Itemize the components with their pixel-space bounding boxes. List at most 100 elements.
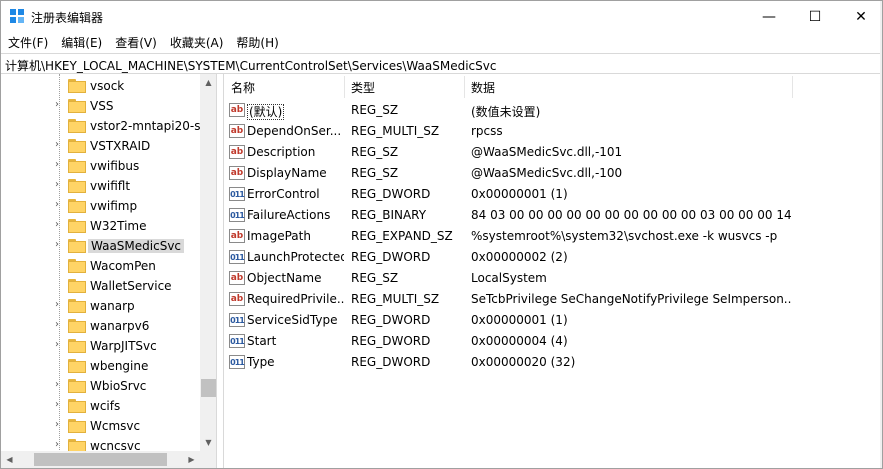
tree-item[interactable]: vsock [1,76,201,96]
expand-arrow-icon[interactable]: › [55,379,59,390]
column-header-type[interactable]: 类型 [351,79,375,96]
column-divider[interactable] [792,76,793,98]
value-name: Type [247,355,344,369]
value-row[interactable]: 011 Start REG_DWORD 0x00000004 (4) [224,331,882,352]
value-name-text: Start [247,334,277,348]
value-name: ImagePath [247,229,344,243]
value-row[interactable]: ab RequiredPrivile... REG_MULTI_SZ SeTcbPri… [224,289,882,310]
folder-icon [68,279,86,293]
expand-arrow-icon[interactable]: › [55,219,59,230]
expand-arrow-icon[interactable]: › [55,99,59,110]
tree-item-label: WarpJITSvc [90,339,157,353]
expand-arrow-icon[interactable]: › [55,399,59,410]
tree-item[interactable]: vstor2-mntapi20-sh [1,116,208,136]
menu-file[interactable]: 文件(F) [1,32,54,52]
tree-item[interactable]: › wcifs [1,396,201,416]
folder-icon [68,419,86,433]
value-row[interactable]: ab (默认) REG_SZ (数值未设置) [224,100,882,121]
column-divider[interactable] [464,76,465,98]
value-row[interactable]: ab DisplayName REG_SZ @WaaSMedicSvc.dll,-10… [224,163,882,184]
expand-arrow-icon[interactable]: › [55,419,59,430]
scroll-left-icon[interactable]: ◀ [1,451,18,468]
scroll-thumb[interactable] [201,379,216,397]
string-value-icon: ab [229,145,245,159]
expand-arrow-icon[interactable]: › [55,319,59,330]
tree-item[interactable]: › VSS [1,96,201,116]
value-name-text: Type [247,355,275,369]
value-name: FailureActions [247,208,344,222]
value-data: 0x00000002 (2) [471,250,568,264]
tree-item-label: VSTXRAID [90,139,151,153]
scroll-down-icon[interactable]: ▼ [200,434,216,451]
expand-arrow-icon[interactable]: › [55,159,59,170]
tree-item-label: WacomPen [90,259,156,273]
column-divider[interactable] [344,76,345,98]
tree-item[interactable]: › W32Time [1,216,201,236]
value-row[interactable]: 011 Type REG_DWORD 0x00000020 (32) [224,352,882,373]
tree-item[interactable]: › WaaSMedicSvc [1,236,201,256]
value-row[interactable]: ab ImagePath REG_EXPAND_SZ %systemroot%\sys… [224,226,882,247]
value-data: (数值未设置) [471,105,541,119]
tree-item[interactable]: › WbioSrvc [1,376,201,396]
value-name-text: FailureActions [247,208,331,222]
value-row[interactable]: 011 ErrorControl REG_DWORD 0x00000001 (1) [224,184,882,205]
expand-arrow-icon[interactable]: › [55,199,59,210]
tree-vertical-scrollbar[interactable]: ▲ ▼ [200,74,216,451]
scroll-up-icon[interactable]: ▲ [200,74,216,91]
menu-help[interactable]: 帮助(H) [229,32,284,52]
value-name: Description [247,145,344,159]
menu-favorites[interactable]: 收藏夹(A) [163,32,230,52]
close-button[interactable]: ✕ [838,1,882,32]
tree-item[interactable]: › Wcmsvc [1,416,201,436]
tree-item-label: WalletService [90,279,172,293]
expand-arrow-icon[interactable]: › [55,139,59,150]
minimize-button[interactable]: — [746,1,792,32]
value-row[interactable]: 011 FailureActions REG_BINARY 84 03 00 00 0… [224,205,882,226]
title-bar[interactable]: 注册表编辑器 — ☐ ✕ [1,1,882,32]
column-header-data[interactable]: 数据 [471,79,495,96]
value-type: REG_MULTI_SZ [351,124,440,138]
expand-arrow-icon[interactable]: › [55,179,59,190]
tree-item[interactable]: WacomPen [1,256,201,276]
menu-edit[interactable]: 编辑(E) [54,32,108,52]
tree-item[interactable]: › vwifibus [1,156,201,176]
maximize-icon: ☐ [808,8,822,25]
value-type: REG_DWORD [351,313,431,327]
value-row[interactable]: 011 LaunchProtected REG_DWORD 0x00000002 (2… [224,247,882,268]
tree-item-label: vstor2-mntapi20-sh [90,119,209,133]
tree-item[interactable]: › vwifimp [1,196,201,216]
column-header-name[interactable]: 名称 [231,79,255,96]
value-row[interactable]: ab DependOnSer... REG_MULTI_SZ rpcss [224,121,882,142]
value-row[interactable]: ab Description REG_SZ @WaaSMedicSvc.dll,-10… [224,142,882,163]
value-row[interactable]: 011 ServiceSidType REG_DWORD 0x00000001 (1) [224,310,882,331]
maximize-button[interactable]: ☐ [792,1,838,32]
tree-item[interactable]: › WarpJITSvc [1,336,201,356]
string-value-icon: ab [229,103,245,117]
tree-item-label: VSS [90,99,114,113]
folder-icon [68,79,86,93]
tree-item[interactable]: › VSTXRAID [1,136,201,156]
tree-item[interactable]: › wanarpv6 [1,316,201,336]
value-name: ServiceSidType [247,313,344,327]
value-name: ObjectName [247,271,344,285]
tree-item[interactable]: WalletService [1,276,201,296]
expand-arrow-icon[interactable]: › [55,239,59,250]
tree-item[interactable]: wbengine [1,356,201,376]
folder-icon [68,259,86,273]
value-row[interactable]: ab ObjectName REG_SZ LocalSystem [224,268,882,289]
expand-arrow-icon[interactable]: › [55,299,59,310]
tree-item[interactable]: › wanarp [1,296,201,316]
value-name: DisplayName [247,166,344,180]
address-bar[interactable]: 计算机\HKEY_LOCAL_MACHINE\SYSTEM\CurrentCon… [1,53,882,74]
value-type: REG_SZ [351,145,399,159]
menu-view[interactable]: 查看(V) [108,32,163,52]
expand-arrow-icon[interactable]: › [55,339,59,350]
tree-horizontal-scrollbar[interactable]: ◀ ▶ [1,451,200,468]
tree-item[interactable]: › vwififlt [1,176,201,196]
scroll-thumb-horizontal[interactable] [34,453,167,466]
value-data: 0x00000001 (1) [471,313,568,327]
value-data: rpcss [471,124,503,138]
scroll-right-icon[interactable]: ▶ [183,451,200,468]
tree-item-label: vsock [90,79,125,93]
expand-arrow-icon[interactable]: › [55,439,59,450]
